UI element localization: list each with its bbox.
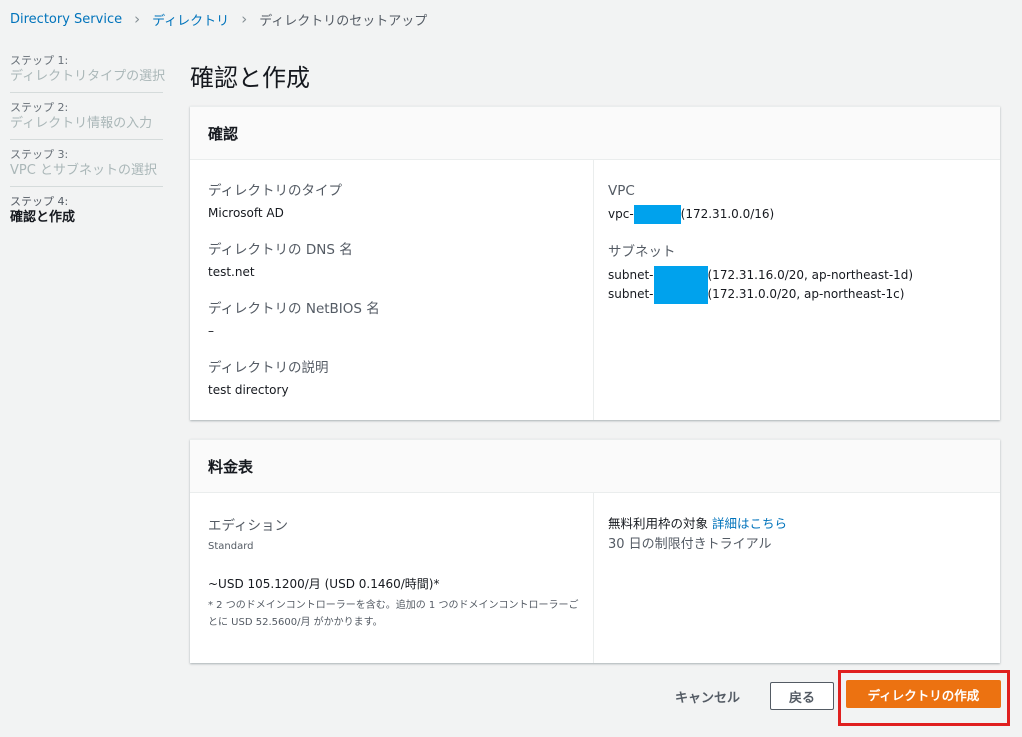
breadcrumb-directories[interactable]: ディレクトリ <box>152 10 229 29</box>
step-4: ステップ 4: 確認と作成 <box>10 195 163 233</box>
review-left-column: ディレクトリのタイプ Microsoft AD ディレクトリの DNS 名 te… <box>190 160 594 420</box>
free-tier-row: 無料利用枠の対象 詳細はこちら <box>608 515 986 532</box>
step-label: ディレクトリタイプの選択 <box>10 69 166 84</box>
step-1[interactable]: ステップ 1: ディレクトリタイプの選択 <box>10 54 166 93</box>
breadcrumb: Directory Service › ディレクトリ › ディレクトリのセットア… <box>10 10 428 30</box>
dns-name-label: ディレクトリの DNS 名 <box>208 242 353 258</box>
cancel-button[interactable]: キャンセル <box>665 680 750 712</box>
breadcrumb-current: ディレクトリのセットアップ <box>259 14 428 29</box>
subnet-detail: (172.31.16.0/20, ap-northeast-1d) <box>707 268 914 282</box>
back-button[interactable]: 戻る <box>770 682 834 710</box>
price-note: * 2 つのドメインコントローラーを含む。追加の 1 つのドメインコントローラー… <box>208 600 579 628</box>
description-value: test directory <box>208 383 289 397</box>
redacted-subnet-id <box>653 266 708 285</box>
step-label: 確認と作成 <box>10 210 76 225</box>
breadcrumb-directory-service[interactable]: Directory Service <box>10 12 122 27</box>
directory-type-label: ディレクトリのタイプ <box>208 183 343 199</box>
subnet-value-2: subnet- (172.31.0.0/20, ap-northeast-1c) <box>608 285 986 304</box>
dns-name-value: test.net <box>208 265 255 279</box>
trial-text: 30 日の制限付きトライアル <box>608 537 772 552</box>
vpc-cidr: (172.31.0.0/16) <box>680 207 775 221</box>
price-value: ~USD 105.1200/月 (USD 0.1460/時間)* <box>208 577 440 591</box>
pricing-panel-title: 料金表 <box>190 440 1000 493</box>
vpc-value: vpc- (172.31.0.0/16) <box>608 205 986 224</box>
step-2[interactable]: ステップ 2: ディレクトリ情報の入力 <box>10 101 163 140</box>
step-3[interactable]: ステップ 3: VPC とサブネットの選択 <box>10 148 163 187</box>
step-number: ステップ 4: <box>10 195 69 208</box>
subnet-label: サブネット <box>608 244 676 260</box>
step-label: ディレクトリ情報の入力 <box>10 116 153 131</box>
wizard-steps: ステップ 1: ディレクトリタイプの選択 ステップ 2: ディレクトリ情報の入力… <box>10 54 166 241</box>
edition-label: エディション <box>208 518 289 534</box>
description-label: ディレクトリの説明 <box>208 360 329 376</box>
chevron-right-icon: › <box>134 10 141 28</box>
review-right-column: VPC vpc- (172.31.0.0/16) サブネット subnet- (17… <box>594 160 1000 420</box>
pricing-panel: 料金表 エディション Standard ~USD 105.1200/月 (USD… <box>190 439 1000 663</box>
subnet-value-1: subnet- (172.31.16.0/20, ap-northeast-1d) <box>608 266 986 285</box>
page-title: 確認と作成 <box>190 64 310 92</box>
subnet-prefix: subnet- <box>608 268 654 282</box>
create-directory-button[interactable]: ディレクトリの作成 <box>846 680 1001 708</box>
netbios-name-label: ディレクトリの NetBIOS 名 <box>208 301 380 317</box>
step-number: ステップ 2: <box>10 101 69 114</box>
vpc-prefix: vpc- <box>608 207 634 221</box>
vpc-label: VPC <box>608 183 635 199</box>
review-panel-title: 確認 <box>190 107 1000 160</box>
redacted-subnet-id <box>653 285 708 304</box>
pricing-right-column: 無料利用枠の対象 詳細はこちら 30 日の制限付きトライアル <box>594 493 1000 663</box>
directory-type-value: Microsoft AD <box>208 206 284 220</box>
edition-value: Standard <box>208 541 254 552</box>
subnet-detail: (172.31.0.0/20, ap-northeast-1c) <box>707 287 905 301</box>
redacted-vpc-id <box>633 205 681 224</box>
step-number: ステップ 3: <box>10 148 69 161</box>
learn-more-link[interactable]: 詳細はこちら <box>712 516 787 531</box>
step-label: VPC とサブネットの選択 <box>10 163 157 178</box>
netbios-name-value: – <box>208 324 214 338</box>
review-panel: 確認 ディレクトリのタイプ Microsoft AD ディレクトリの DNS 名… <box>190 106 1000 420</box>
pricing-left-column: エディション Standard ~USD 105.1200/月 (USD 0.1… <box>190 493 594 663</box>
subnet-prefix: subnet- <box>608 287 654 301</box>
chevron-right-icon: › <box>241 10 248 28</box>
step-number: ステップ 1: <box>10 54 69 67</box>
free-tier-label: 無料利用枠の対象 <box>608 516 709 531</box>
